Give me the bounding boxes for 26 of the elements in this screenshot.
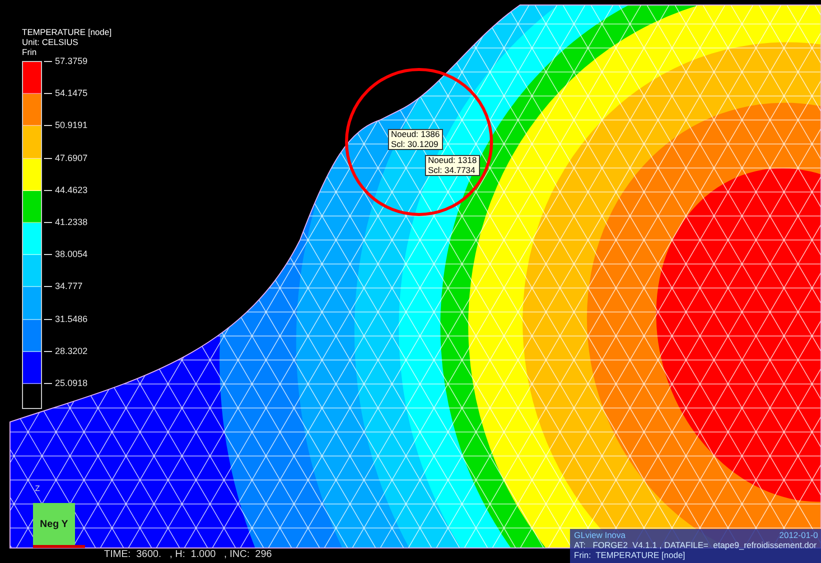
legend-field: Frin bbox=[22, 47, 112, 57]
status-text: TIME: 3600. , H: 1.000 , INC: 296 bbox=[104, 549, 272, 560]
scale-value: 25.0918 bbox=[54, 376, 89, 389]
scale-value: 47.6907 bbox=[54, 152, 89, 164]
node-id: Noeud: 1318 bbox=[428, 156, 477, 166]
node-value: Scl: 30.1209 bbox=[391, 140, 440, 149]
scale-value: 28.3202 bbox=[54, 344, 89, 357]
scale-value: 44.4623 bbox=[54, 184, 89, 196]
axis-label: Z bbox=[35, 484, 40, 493]
info-line: Frin: TEMPERATURE [node] bbox=[574, 550, 686, 560]
legend-title: TEMPERATURE [node] bbox=[22, 27, 112, 37]
date-text: 2012-01-0 bbox=[779, 530, 818, 540]
legend-unit: Unit: CELSIUS bbox=[22, 37, 80, 47]
axis-line bbox=[33, 545, 85, 548]
info-line: AT: FORGE2 V4.1.1 , DATAFILE= etape9_refroidissement.dor bbox=[574, 540, 818, 550]
scale-value: 54.1475 bbox=[54, 87, 89, 100]
node-id: Noeud: 1386 bbox=[391, 130, 440, 140]
scale-value: 31.5486 bbox=[54, 312, 89, 324]
node-value: Scl: 34.7734 bbox=[428, 166, 476, 175]
scale-value: 34.777 bbox=[54, 280, 84, 292]
app-name: GLview Inova bbox=[574, 530, 626, 540]
view-cube[interactable]: Neg Y bbox=[33, 503, 75, 545]
scale-value: 41.2338 bbox=[54, 216, 89, 228]
scale-value: 38.0054 bbox=[54, 248, 89, 260]
scale-value: 50.9191 bbox=[54, 119, 89, 132]
scale-value: 57.3759 bbox=[54, 55, 89, 67]
